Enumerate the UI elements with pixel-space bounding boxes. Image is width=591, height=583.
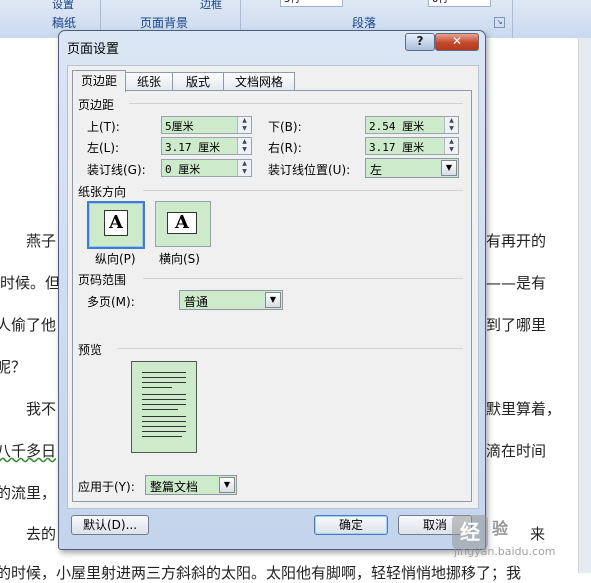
- apply-to-label: 应用于(Y):: [78, 480, 135, 494]
- paragraph-launcher-icon[interactable]: ↘: [494, 17, 505, 28]
- help-button[interactable]: ?: [405, 33, 435, 51]
- dialog-titlebar[interactable]: 页面设置 ? ✕: [59, 31, 485, 59]
- top-margin-input[interactable]: 5厘米 ▲ ▼: [161, 116, 252, 134]
- tab-paper[interactable]: 纸张: [125, 72, 173, 91]
- spin-arrows-icon[interactable]: ▲ ▼: [237, 160, 251, 176]
- right-margin-label: 右(R):: [268, 141, 302, 155]
- spacing-after-field[interactable]: 0行: [428, 0, 491, 7]
- left-margin-label: 左(L):: [87, 141, 120, 155]
- gutter-position-select[interactable]: 左 ▼: [365, 158, 459, 178]
- doc-text: 人偷了他: [0, 316, 57, 334]
- ribbon-fragment[interactable]: 边框: [200, 0, 222, 12]
- top-margin-label: 上(T):: [87, 120, 120, 134]
- default-button[interactable]: 默认(D)...: [71, 515, 149, 535]
- preview-section-title: 预览: [78, 343, 103, 357]
- ribbon-group-label: 段落: [352, 16, 377, 30]
- doc-text: 滴在时间: [486, 442, 547, 460]
- section-divider: [129, 103, 463, 104]
- gutter-label: 装订线(G):: [87, 163, 146, 177]
- document-scroll-edge: [578, 38, 591, 573]
- spin-arrows-icon[interactable]: ▲ ▼: [237, 117, 251, 133]
- dialog-client: 页边距 纸张 版式 文档网格 页边距 上(T): 5厘米 ▲ ▼ 下(B): 2.…: [67, 65, 479, 509]
- chevron-down-icon[interactable]: ▼: [219, 477, 235, 493]
- ok-button[interactable]: 确定: [314, 515, 388, 535]
- left-margin-input[interactable]: 3.17 厘米 ▲ ▼: [161, 137, 252, 155]
- multiple-pages-select[interactable]: 普通 ▼: [179, 290, 283, 310]
- section-divider: [143, 190, 463, 191]
- doc-text: 去的: [26, 525, 57, 543]
- ribbon-group-label: 页面背景: [140, 16, 189, 30]
- close-button[interactable]: ✕: [435, 33, 479, 51]
- chevron-down-icon[interactable]: ▼: [441, 160, 457, 176]
- tab-doc-grid[interactable]: 文档网格: [223, 72, 295, 91]
- pages-section-title: 页码范围: [78, 273, 127, 287]
- ribbon-fragment[interactable]: 设置: [52, 0, 74, 12]
- margins-panel: 页边距 上(T): 5厘米 ▲ ▼ 下(B): 2.54 厘米 ▲ ▼ 左(L): …: [72, 90, 472, 502]
- doc-text: 默里算着，: [486, 400, 562, 418]
- portrait-page-icon: A: [104, 210, 128, 236]
- doc-text: 呢？: [0, 358, 27, 376]
- doc-text: 有再开的: [486, 232, 547, 250]
- gutter-position-label: 装订线位置(U):: [268, 163, 351, 177]
- spin-arrows-icon[interactable]: ▲ ▼: [444, 138, 458, 154]
- right-margin-input[interactable]: 3.17 厘米 ▲ ▼: [365, 137, 459, 155]
- landscape-page-icon: A: [167, 212, 197, 234]
- apply-to-select[interactable]: 整篇文档 ▼: [145, 475, 237, 495]
- doc-text: 燕子: [26, 232, 57, 250]
- multiple-pages-label: 多页(M):: [87, 295, 135, 309]
- ribbon-group-label: 稿纸: [52, 16, 77, 30]
- doc-text: 八千多日: [0, 442, 57, 460]
- tab-margins[interactable]: 页边距: [72, 70, 126, 92]
- doc-text: 的流里，: [0, 484, 57, 502]
- chevron-down-icon[interactable]: ▼: [265, 292, 281, 308]
- gutter-input[interactable]: 0 厘米 ▲ ▼: [161, 159, 252, 177]
- orientation-section-title: 纸张方向: [78, 185, 127, 199]
- portrait-label[interactable]: 纵向(P): [95, 250, 136, 267]
- margins-section-title: 页边距: [78, 98, 115, 112]
- watermark-logo-icon: 经: [452, 515, 488, 549]
- ribbon-separator: [512, 0, 513, 38]
- landscape-label[interactable]: 横向(S): [159, 250, 200, 267]
- doc-text: 到了哪里: [486, 316, 547, 334]
- portrait-option[interactable]: A: [87, 201, 145, 249]
- section-divider: [117, 348, 463, 349]
- page-setup-dialog: 页面设置 ? ✕ 页边距 纸张 版式 文档网格 页边距 上(T): 5厘米 ▲ ▼…: [58, 30, 486, 550]
- spacing-before-field[interactable]: 5行: [280, 0, 343, 7]
- tab-layout[interactable]: 版式: [172, 72, 224, 91]
- section-divider: [143, 278, 463, 279]
- spin-arrows-icon[interactable]: ▲ ▼: [444, 117, 458, 133]
- bottom-margin-label: 下(B):: [268, 120, 302, 134]
- watermark-text: 验: [492, 519, 509, 538]
- landscape-option[interactable]: A: [155, 201, 211, 247]
- doc-text: 时候。但: [0, 274, 61, 292]
- watermark-url: jingyan.baidu.com: [454, 545, 556, 558]
- doc-text: ——是有: [486, 274, 547, 292]
- spin-arrows-icon[interactable]: ▲ ▼: [237, 138, 251, 154]
- page-preview: [131, 361, 197, 453]
- baidu-jingyan-watermark: 经 验 jingyan.baidu.com: [452, 511, 590, 561]
- dialog-title: 页面设置: [67, 42, 120, 57]
- doc-text: 我不: [26, 400, 57, 418]
- bottom-margin-input[interactable]: 2.54 厘米 ▲ ▼: [365, 116, 459, 134]
